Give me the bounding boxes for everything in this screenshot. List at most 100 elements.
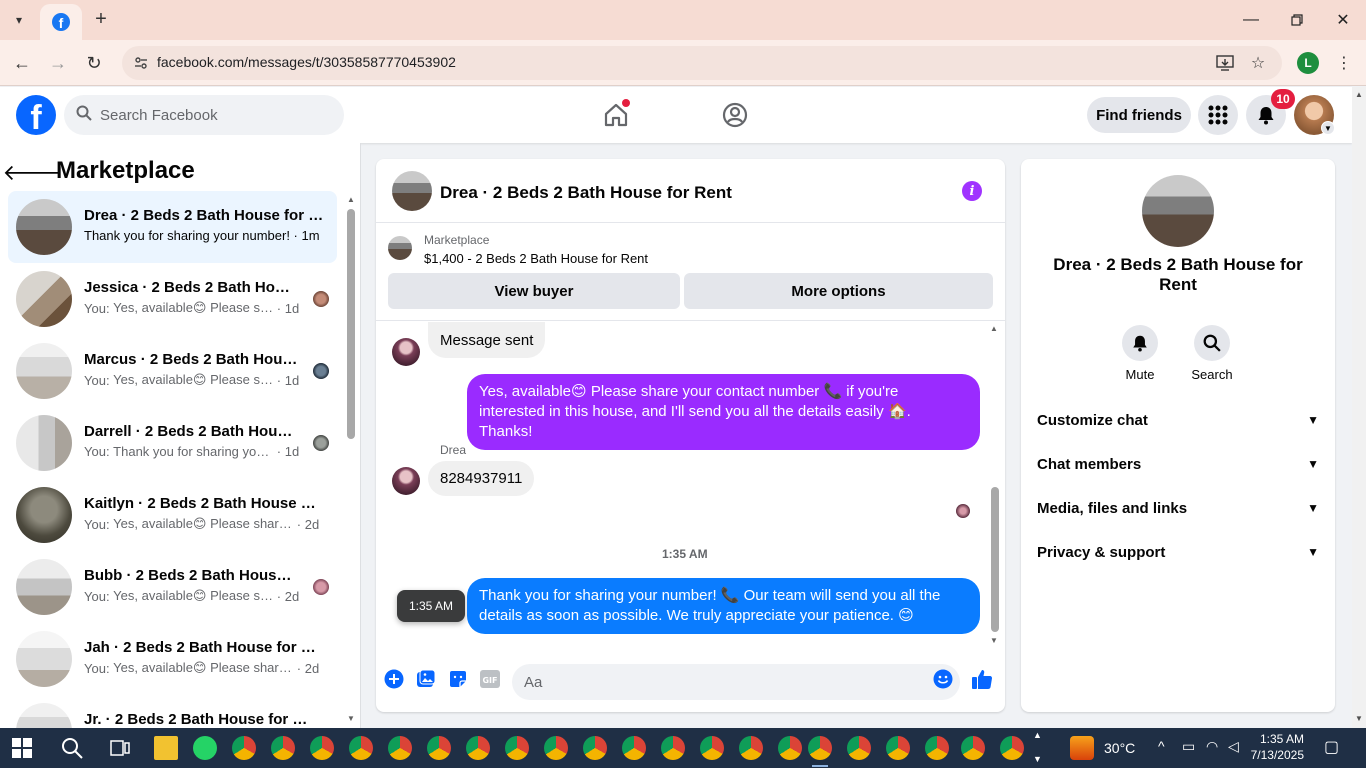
- chrome-icon[interactable]: [310, 736, 334, 760]
- sticker-icon[interactable]: [447, 668, 469, 690]
- chrome-icon[interactable]: [466, 736, 490, 760]
- file-explorer-icon[interactable]: [154, 736, 178, 760]
- message-bubble-outgoing[interactable]: Thank you for sharing your number! 📞 Our…: [467, 578, 980, 634]
- conversation-item[interactable]: Darrell · 2 Beds 2 Bath House for Rent Y…: [8, 407, 337, 479]
- conversation-item[interactable]: Marcus · 2 Beds 2 Bath House for Rent Yo…: [8, 335, 337, 407]
- conversation-item[interactable]: Jessica · 2 Beds 2 Bath House for Rent Y…: [8, 263, 337, 335]
- chrome-icon[interactable]: [661, 736, 685, 760]
- chrome-icon[interactable]: [544, 736, 568, 760]
- info-icon[interactable]: i: [962, 181, 982, 201]
- customize-chat-section[interactable]: Customize chat ▼: [1037, 406, 1319, 434]
- more-options-button[interactable]: More options: [684, 273, 993, 309]
- search-icon[interactable]: [60, 736, 84, 760]
- chrome-icon[interactable]: [388, 736, 412, 760]
- weather-temperature[interactable]: 30°C: [1104, 740, 1135, 756]
- photo-icon[interactable]: [415, 668, 437, 690]
- emoji-icon[interactable]: [932, 668, 954, 690]
- chrome-icon[interactable]: [622, 736, 646, 760]
- mute-button[interactable]: Mute: [1110, 325, 1170, 382]
- conversation-item[interactable]: Kaitlyn · 2 Beds 2 Bath House for Rent Y…: [8, 479, 337, 551]
- message-bubble-incoming[interactable]: Message sent: [428, 322, 546, 358]
- forward-arrow-icon[interactable]: →: [46, 51, 70, 75]
- home-nav-button[interactable]: [598, 97, 634, 133]
- notification-center-icon[interactable]: ▢: [1324, 737, 1339, 757]
- chrome-icon[interactable]: [925, 736, 949, 760]
- wifi-icon[interactable]: ◠: [1206, 738, 1218, 755]
- sender-avatar[interactable]: [392, 467, 420, 495]
- menu-grid-button[interactable]: [1198, 95, 1238, 135]
- battery-icon[interactable]: ▭: [1182, 738, 1195, 755]
- chrome-icon[interactable]: [739, 736, 763, 760]
- back-arrow-icon[interactable]: 🡐: [3, 160, 62, 185]
- chrome-icon[interactable]: [427, 736, 451, 760]
- chat-listing-avatar[interactable]: [392, 171, 432, 211]
- conversation-item[interactable]: Drea · 2 Beds 2 Bath House for Rent Than…: [8, 191, 337, 263]
- page-scrollbar[interactable]: ▲ ▼: [1352, 87, 1366, 728]
- chrome-icon[interactable]: [271, 736, 295, 760]
- chat-title[interactable]: Drea · 2 Beds 2 Bath House for Rent: [440, 183, 732, 203]
- conversation-item[interactable]: Bubb · 2 Beds 2 Bath House for Rent You:…: [8, 551, 337, 623]
- new-tab-button[interactable]: +: [90, 8, 112, 30]
- media-files-links-section[interactable]: Media, files and links ▼: [1037, 494, 1319, 522]
- clock-date[interactable]: 7/13/2025: [1250, 748, 1304, 762]
- chrome-icon-active[interactable]: [808, 736, 832, 760]
- conversation-item[interactable]: Jah · 2 Beds 2 Bath House for Rent You: …: [8, 623, 337, 695]
- close-window-icon[interactable]: ✕: [1331, 8, 1355, 32]
- message-bubble-incoming[interactable]: 8284937911: [428, 461, 535, 496]
- chrome-icon[interactable]: [505, 736, 529, 760]
- task-view-icon[interactable]: [108, 736, 132, 760]
- bookmark-star-icon[interactable]: ☆: [1248, 53, 1268, 73]
- thumbs-up-icon[interactable]: [971, 668, 993, 690]
- scroll-down-arrow-icon[interactable]: ▼: [347, 714, 357, 724]
- chrome-icon[interactable]: [778, 736, 802, 760]
- reload-icon[interactable]: ↻: [82, 51, 106, 75]
- clock-time[interactable]: 1:35 AM: [1256, 732, 1304, 746]
- address-bar[interactable]: facebook.com/messages/t/3035858777045390…: [122, 46, 1282, 80]
- windows-start-icon[interactable]: [12, 738, 32, 758]
- search-input[interactable]: [100, 95, 330, 135]
- listing-price-title[interactable]: $1,400 - 2 Beds 2 Bath House for Rent: [424, 251, 648, 266]
- sender-avatar[interactable]: [392, 338, 420, 366]
- chrome-icon[interactable]: [961, 736, 985, 760]
- volume-icon[interactable]: ◁: [1228, 738, 1239, 755]
- gif-icon[interactable]: GIF: [479, 668, 501, 690]
- facebook-logo-icon[interactable]: f: [16, 95, 56, 135]
- chat-members-section[interactable]: Chat members ▼: [1037, 450, 1319, 478]
- privacy-support-section[interactable]: Privacy & support ▼: [1037, 538, 1319, 566]
- scroll-up-arrow-icon[interactable]: ▲: [990, 324, 1000, 333]
- install-app-icon[interactable]: [1215, 53, 1235, 73]
- chrome-icon[interactable]: [700, 736, 724, 760]
- message-input[interactable]: [512, 664, 960, 700]
- view-buyer-button[interactable]: View buyer: [388, 273, 680, 309]
- conversation-item[interactable]: Jr. · 2 Beds 2 Bath House for Rent: [8, 695, 337, 728]
- chrome-icon[interactable]: [232, 736, 256, 760]
- chrome-icon[interactable]: [847, 736, 871, 760]
- scroll-up-arrow-icon[interactable]: ▲: [347, 195, 357, 205]
- taskbar-scroll-down-icon[interactable]: ▼: [1033, 754, 1042, 764]
- message-bubble-outgoing[interactable]: Yes, available😊 Please share your contac…: [467, 374, 980, 450]
- chrome-icon[interactable]: [1000, 736, 1024, 760]
- minimize-icon[interactable]: —: [1239, 8, 1263, 32]
- find-friends-button[interactable]: Find friends: [1087, 97, 1191, 133]
- search-in-conversation-button[interactable]: Search: [1182, 325, 1242, 382]
- chrome-icon[interactable]: [886, 736, 910, 760]
- restore-icon[interactable]: [1285, 8, 1309, 32]
- tray-chevron-up-icon[interactable]: ^: [1158, 738, 1165, 754]
- chevron-down-icon[interactable]: ▼: [1321, 121, 1335, 135]
- weather-icon[interactable]: [1070, 736, 1094, 760]
- groups-nav-button[interactable]: [717, 97, 753, 133]
- sidebar-scrollbar[interactable]: [347, 209, 355, 439]
- browser-menu-icon[interactable]: ⋮: [1334, 52, 1354, 74]
- chat-scrollbar[interactable]: [991, 487, 999, 632]
- chrome-icon[interactable]: [349, 736, 373, 760]
- browser-profile-avatar[interactable]: L: [1297, 52, 1319, 74]
- site-settings-icon[interactable]: [132, 54, 150, 72]
- browser-tab-facebook[interactable]: f: [40, 4, 82, 40]
- url-text[interactable]: facebook.com/messages/t/3035858777045390…: [157, 54, 456, 70]
- back-arrow-icon[interactable]: ←: [10, 51, 34, 75]
- plus-circle-icon[interactable]: [383, 668, 405, 690]
- facebook-search[interactable]: [64, 95, 344, 135]
- whatsapp-icon[interactable]: [193, 736, 217, 760]
- chrome-icon[interactable]: [583, 736, 607, 760]
- tab-search-chevron-icon[interactable]: ▾: [8, 9, 30, 31]
